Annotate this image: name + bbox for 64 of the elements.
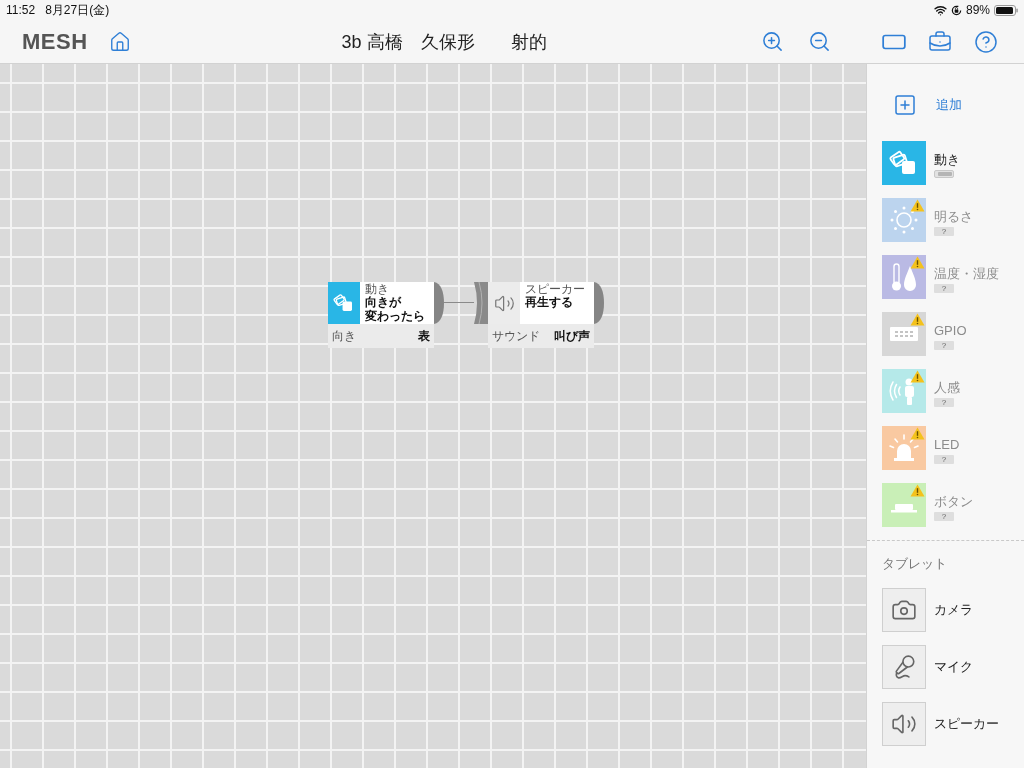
block-name: 温度・湿度 xyxy=(934,265,999,282)
tablet-name: スピーカー xyxy=(934,715,999,733)
project-title: 3b 高橋 久保形 射的 xyxy=(341,30,547,53)
help-icon xyxy=(974,29,998,54)
add-icon xyxy=(893,93,917,117)
node-action: 変わったら xyxy=(365,309,426,323)
warning-icon xyxy=(910,484,925,497)
add-button[interactable]: 追加 xyxy=(893,93,962,117)
param-label: 向き xyxy=(332,327,356,345)
battery-icon xyxy=(934,170,954,178)
circuit-board-icon[interactable] xyxy=(882,312,926,356)
node-action: 向きが xyxy=(365,296,403,309)
connection-line xyxy=(444,302,474,303)
warning-icon xyxy=(910,199,925,212)
sensor-waves-icon[interactable] xyxy=(882,369,926,413)
node-category: 動き xyxy=(365,283,390,296)
param-value[interactable]: 叫び声 xyxy=(554,327,590,345)
input-port-icon[interactable] xyxy=(474,282,488,324)
status-badge: ? xyxy=(934,454,954,464)
output-port-icon[interactable] xyxy=(434,282,444,324)
block-node[interactable]: スピーカー 再生する サウンド 叫び声 xyxy=(488,282,594,348)
push-button-icon[interactable] xyxy=(882,483,926,527)
tablet-name: カメラ xyxy=(934,601,973,619)
status-date: 8月27日(金) xyxy=(45,3,110,17)
param-label: サウンド xyxy=(492,327,540,345)
status-badge: ? xyxy=(934,340,954,350)
status-badge: ? xyxy=(934,397,954,407)
tablet-tile[interactable] xyxy=(882,702,926,746)
warning-icon xyxy=(910,256,925,269)
status-badge: ? xyxy=(934,283,954,293)
wifi-icon xyxy=(933,3,947,17)
thermometer-icon[interactable] xyxy=(882,255,926,299)
battery-percent: 89% xyxy=(965,3,990,17)
section-heading: タブレット xyxy=(882,556,948,572)
tablet-tile[interactable] xyxy=(882,588,926,632)
battery-icon xyxy=(994,4,1018,16)
block-name: LED xyxy=(934,436,960,453)
block-name: ボタン xyxy=(934,493,973,510)
rotation-lock-icon xyxy=(950,4,962,16)
warning-icon xyxy=(910,313,925,326)
tablet-name: マイク xyxy=(934,658,973,676)
block-node[interactable]: 動き 向きが 変わったら 向き 表 xyxy=(328,282,434,348)
tablet-tile[interactable] xyxy=(882,645,926,689)
toolbox-icon xyxy=(928,29,952,54)
status-badge: ? xyxy=(934,511,954,521)
output-port-icon[interactable] xyxy=(594,282,604,324)
block-name: 人感 xyxy=(934,379,960,396)
block-name: 動き xyxy=(934,152,960,168)
app-logo: MESH xyxy=(22,28,88,55)
status-badge: ? xyxy=(934,226,954,236)
node-action: 再生する xyxy=(525,296,574,310)
zoom-in-icon xyxy=(760,30,784,53)
siren-icon[interactable] xyxy=(882,426,926,470)
block-name: 明るさ xyxy=(934,208,973,225)
status-time: 11:52 xyxy=(6,3,36,17)
warning-icon xyxy=(910,427,925,440)
sun-icon[interactable] xyxy=(882,198,926,242)
home-icon xyxy=(108,30,131,53)
block-name: GPIO xyxy=(934,322,967,339)
zoom-out-icon xyxy=(807,30,831,53)
param-value[interactable]: 表 xyxy=(418,327,430,345)
cards-icon[interactable] xyxy=(882,141,926,185)
node-category: スピーカー xyxy=(525,283,586,296)
warning-icon xyxy=(910,370,925,383)
